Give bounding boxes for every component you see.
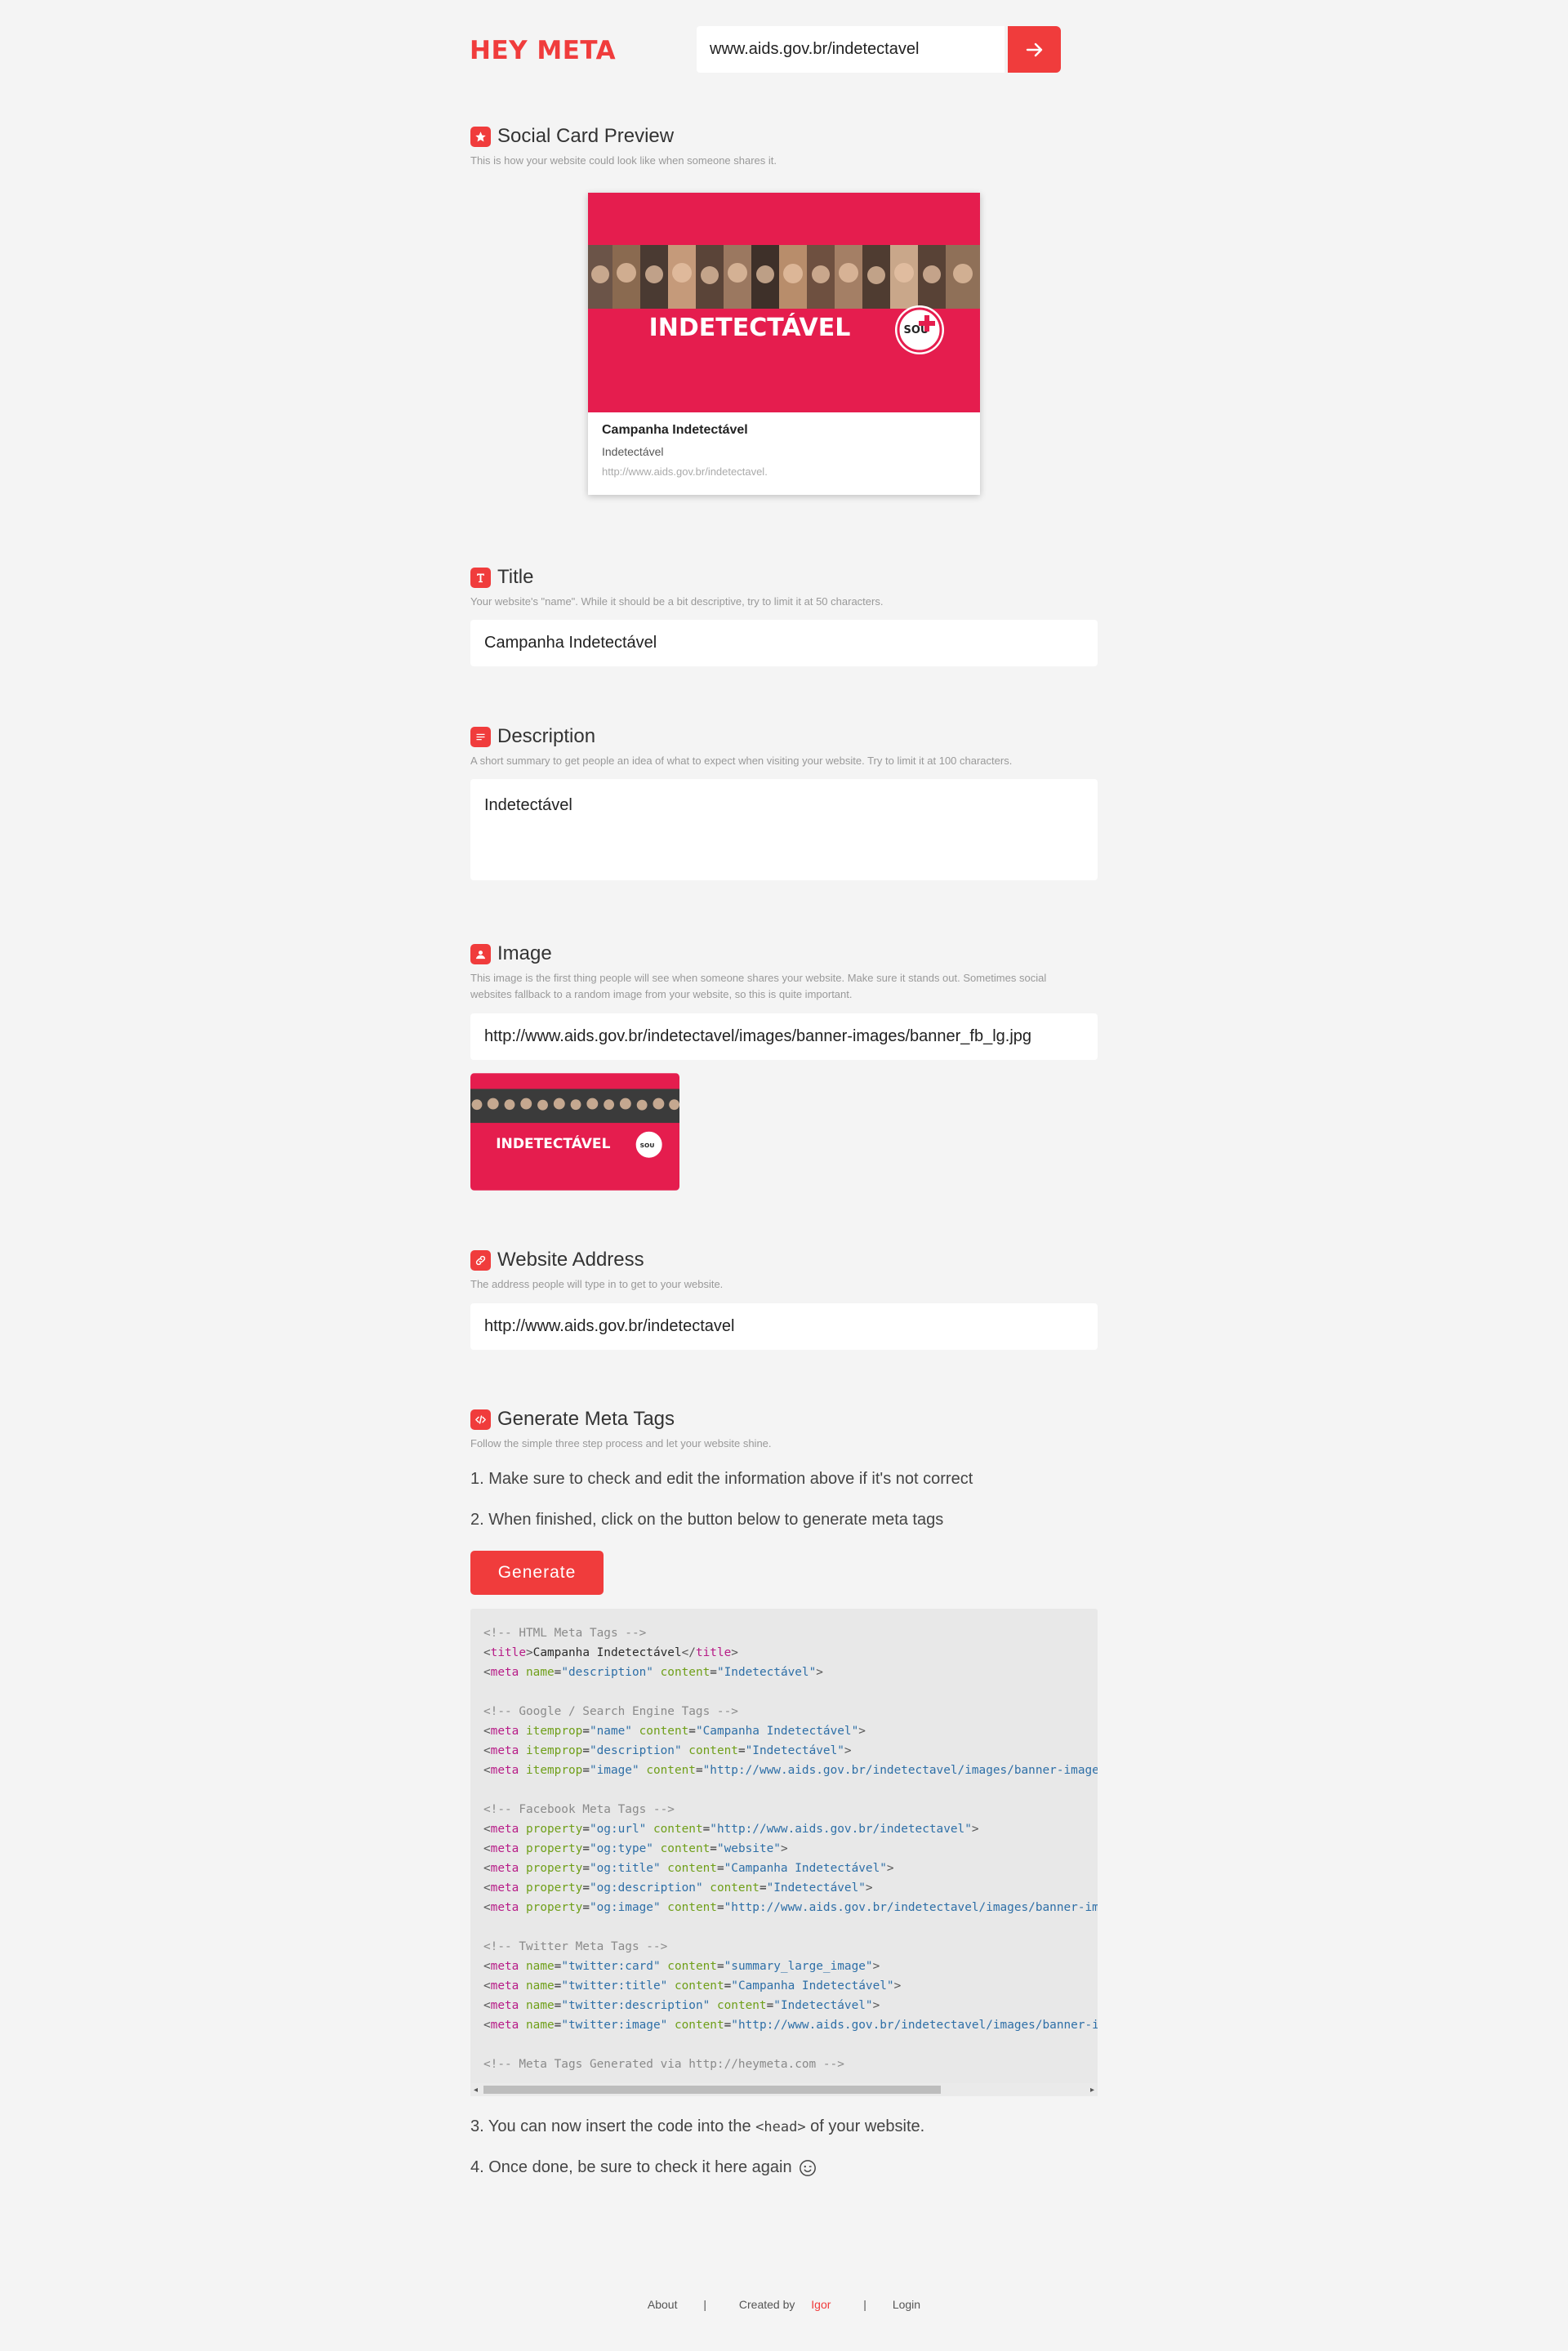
logo[interactable]: HEY META: [470, 36, 616, 65]
url-search-field[interactable]: [697, 26, 1004, 73]
section-title: Description: [497, 725, 596, 747]
social-card: INDETECTÁVEL SOU Campanha Indetectável I…: [588, 193, 980, 495]
thumbnail-badge-text: SOU: [640, 1142, 655, 1149]
generate-button[interactable]: Generate: [470, 1551, 604, 1595]
step-3-text: 3. You can now insert the code into the …: [470, 2117, 925, 2135]
generate-section: Generate Meta Tags Follow the simple thr…: [470, 1407, 1098, 1453]
wink-smiley-icon: [799, 2159, 816, 2176]
code-icon: [470, 1409, 491, 1430]
section-description: The address people will type in to get t…: [470, 1278, 724, 1290]
code-content: <!-- HTML Meta Tags --> <title>Campanha …: [483, 1627, 1098, 2071]
footer-separator: |: [863, 2298, 866, 2311]
image-section: Image This image is the first thing peop…: [470, 942, 1098, 1004]
section-description-line: websites fallback to a random image from…: [470, 988, 853, 1000]
section-title: Image: [497, 942, 552, 964]
scroll-left-arrow-icon[interactable]: ◂: [474, 2086, 478, 2095]
section-description: A short summary to get people an idea of…: [470, 755, 1013, 767]
image-thumbnail: INDETECTÁVEL SOU: [470, 1073, 679, 1191]
banner-text: INDETECTÁVEL: [649, 313, 851, 342]
generated-code-block[interactable]: <!-- HTML Meta Tags --> <title>Campanha …: [470, 1609, 1098, 2095]
website-address-section: Website Address The address people will …: [470, 1248, 1098, 1293]
card-url: http://www.aids.gov.br/indetectavel.: [602, 465, 768, 478]
section-description: This is how your website could look like…: [470, 154, 777, 167]
head-code: <head>: [755, 2119, 806, 2135]
title-input[interactable]: Campanha Indetectável: [470, 620, 1098, 666]
section-title: Generate Meta Tags: [497, 1408, 675, 1430]
card-banner-image: INDETECTÁVEL SOU: [588, 193, 980, 412]
card-title: Campanha Indetectável: [602, 423, 748, 437]
section-title: Title: [497, 566, 534, 588]
scroll-right-arrow-icon[interactable]: ▸: [1090, 2086, 1094, 2095]
card-description: Indetectável: [602, 445, 664, 458]
step-4-text: 4. Once done, be sure to check it here a…: [470, 2158, 817, 2177]
arrow-right-icon: [1026, 42, 1042, 56]
title-section: Title Your website's "name". While it sh…: [470, 565, 1098, 611]
description-section: Description A short summary to get peopl…: [470, 724, 1098, 770]
thumbnail-banner-text: INDETECTÁVEL: [496, 1134, 610, 1152]
submit-url-button[interactable]: [1008, 26, 1061, 73]
footer-credit: Created by Igor: [738, 2298, 831, 2311]
website-address-input[interactable]: http://www.aids.gov.br/indetectavel: [470, 1303, 1098, 1350]
url-input[interactable]: [697, 26, 1004, 73]
section-title: Social Card Preview: [497, 125, 675, 147]
image-icon: [470, 943, 491, 964]
scrollbar-thumb[interactable]: [483, 2086, 941, 2094]
step-1-text: 1. Make sure to check and edit the infor…: [470, 1470, 973, 1488]
footer-about-link[interactable]: About: [648, 2298, 678, 2311]
footer-login-link[interactable]: Login: [893, 2298, 920, 2311]
code-horizontal-scrollbar[interactable]: ◂ ▸: [470, 2083, 1098, 2096]
section-description: This image is the first thing people wil…: [470, 969, 1098, 1004]
section-description: Your website's "name". While it should b…: [470, 595, 884, 608]
section-title: Website Address: [497, 1249, 644, 1271]
paragraph-icon: [470, 726, 491, 747]
section-description-line: This image is the first thing people wil…: [470, 972, 1047, 984]
description-textarea[interactable]: Indetectável: [470, 779, 1098, 880]
footer-author-link[interactable]: Igor: [811, 2298, 831, 2311]
footer: About | Created by Igor | Login: [0, 2298, 1568, 2311]
star-icon: [470, 126, 491, 147]
social-card-preview-section: Social Card Preview This is how your web…: [470, 124, 1098, 170]
footer-separator: |: [703, 2298, 707, 2311]
step-2-text: 2. When finished, click on the button be…: [470, 1511, 944, 1529]
link-icon: [470, 1249, 491, 1271]
text-icon: [470, 567, 491, 588]
section-description: Follow the simple three step process and…: [470, 1437, 772, 1449]
image-url-input[interactable]: http://www.aids.gov.br/indetectavel/imag…: [470, 1013, 1098, 1060]
